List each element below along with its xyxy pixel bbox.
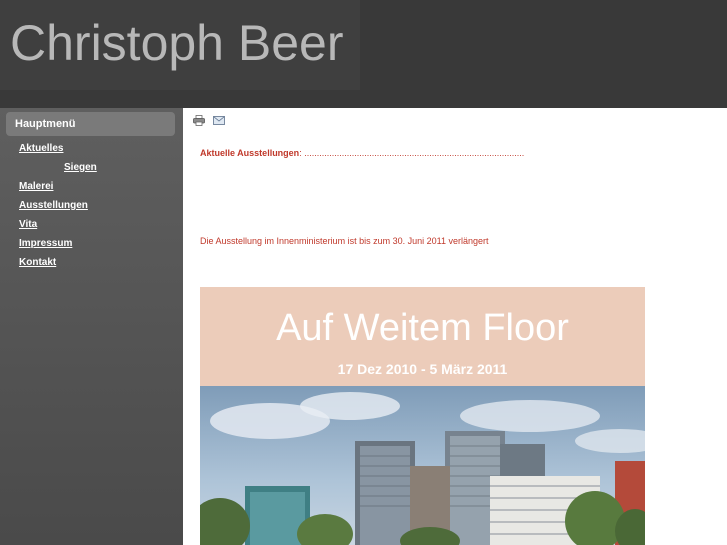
exhibition-poster: Auf Weitem Floor 17 Dez 2010 - 5 März 20… <box>200 287 645 545</box>
poster-dates: 17 Dez 2010 - 5 März 2011 <box>337 361 508 377</box>
menu-item-siegen[interactable]: Siegen <box>64 162 97 173</box>
poster-city-photo <box>200 386 645 545</box>
menu-item-impressum[interactable]: Impressum <box>19 238 72 249</box>
poster-title: Auf Weitem Floor <box>276 307 569 349</box>
site-header: Christoph Beer <box>0 0 727 108</box>
menu-item-malerei[interactable]: Malerei <box>19 181 53 192</box>
printer-icon[interactable] <box>193 115 205 126</box>
poster-header-band: Auf Weitem Floor 17 Dez 2010 - 5 März 20… <box>200 287 645 386</box>
menu-item-aktuelles[interactable]: Aktuelles <box>19 143 63 154</box>
exhibition-extension-note: Die Ausstellung im Innenministerium ist … <box>200 236 489 246</box>
logo-box: Christoph Beer <box>0 0 360 90</box>
menu-item-vita[interactable]: Vita <box>19 219 37 230</box>
main-content: Aktuelle Ausstellungen: ................… <box>183 108 727 545</box>
current-exhibitions-dots: ........................................… <box>301 148 525 158</box>
email-icon[interactable] <box>213 115 225 126</box>
current-exhibitions-line: Aktuelle Ausstellungen: ................… <box>200 148 524 158</box>
menu-item-ausstellungen[interactable]: Ausstellungen <box>19 200 88 211</box>
site-title[interactable]: Christoph Beer <box>10 14 344 72</box>
current-exhibitions-label: Aktuelle Ausstellungen <box>200 148 300 158</box>
sidebar: Hauptmenü Aktuelles Siegen Malerei Ausst… <box>0 108 183 545</box>
menu-item-kontakt[interactable]: Kontakt <box>19 257 56 268</box>
main-menu-header: Hauptmenü <box>6 112 175 136</box>
